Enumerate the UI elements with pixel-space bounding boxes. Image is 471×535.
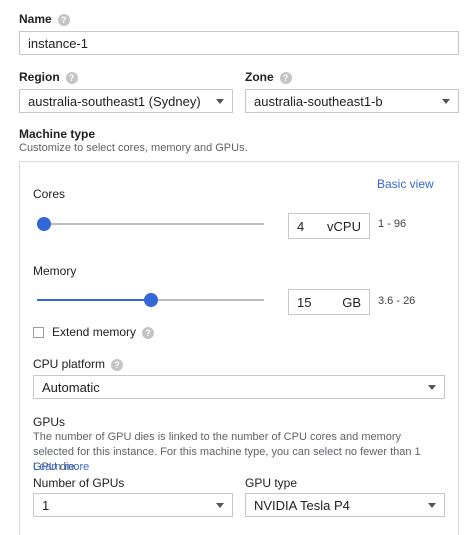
cpu-platform-select[interactable]: Automatic <box>33 375 445 399</box>
zone-select-value: australia-southeast1-b <box>254 93 383 109</box>
memory-range: 3.6 - 26 <box>378 295 416 307</box>
memory-slider-fill <box>37 299 151 301</box>
gpus-description: The number of GPU dies is linked to the … <box>33 431 421 473</box>
memory-input[interactable]: 15 GB <box>288 289 370 315</box>
help-icon[interactable]: ? <box>142 326 155 339</box>
number-of-gpus-label: Number of GPUs <box>33 476 125 490</box>
zone-select[interactable]: australia-southeast1-b <box>245 89 459 113</box>
chevron-down-icon <box>428 502 436 508</box>
gpu-type-label: GPU type <box>245 476 298 490</box>
extend-memory-row: Extend memory? <box>52 325 155 339</box>
extend-memory-checkbox[interactable] <box>33 327 44 338</box>
chevron-down-icon <box>428 384 436 390</box>
cores-label: Cores <box>33 187 66 201</box>
help-icon[interactable]: ? <box>65 71 78 84</box>
memory-label: Memory <box>33 264 77 278</box>
zone-label: Zone? <box>245 70 292 84</box>
help-icon[interactable]: ? <box>57 13 70 26</box>
name-input[interactable]: instance-1 <box>19 31 459 55</box>
name-input-value: instance-1 <box>28 35 88 51</box>
region-select[interactable]: australia-southeast1 (Sydney) <box>19 89 233 113</box>
gpu-type-select[interactable]: NVIDIA Tesla P4 <box>245 493 445 517</box>
cpu-platform-value: Automatic <box>42 379 100 395</box>
machine-type-label: Machine type <box>19 127 96 141</box>
region-select-value: australia-southeast1 (Sydney) <box>28 93 201 109</box>
chevron-down-icon <box>216 98 224 104</box>
name-label: Name? <box>19 12 70 26</box>
cores-value: 4 <box>297 218 305 234</box>
memory-value: 15 <box>297 294 312 310</box>
help-icon[interactable]: ? <box>279 71 292 84</box>
cores-slider-track[interactable] <box>37 223 264 225</box>
cores-unit: vCPU <box>327 218 361 234</box>
number-of-gpus-value: 1 <box>42 497 50 513</box>
cores-input[interactable]: 4 vCPU <box>288 213 370 239</box>
cores-range: 1 - 96 <box>378 218 407 230</box>
number-of-gpus-select[interactable]: 1 <box>33 493 233 517</box>
memory-unit: GB <box>342 294 361 310</box>
learn-more-link[interactable]: Learn more <box>33 461 89 473</box>
gpu-type-value: NVIDIA Tesla P4 <box>254 497 350 513</box>
chevron-down-icon <box>442 98 450 104</box>
memory-slider-thumb[interactable] <box>143 293 158 307</box>
machine-type-description: Customize to select cores, memory and GP… <box>19 142 248 154</box>
extend-memory-label: Extend memory <box>52 325 137 339</box>
chevron-down-icon <box>216 502 224 508</box>
gpus-title: GPUs <box>33 415 66 429</box>
cpu-platform-label: CPU platform? <box>33 357 124 371</box>
basic-view-link[interactable]: Basic view <box>377 177 434 191</box>
region-label: Region? <box>19 70 78 84</box>
help-icon[interactable]: ? <box>111 358 124 371</box>
